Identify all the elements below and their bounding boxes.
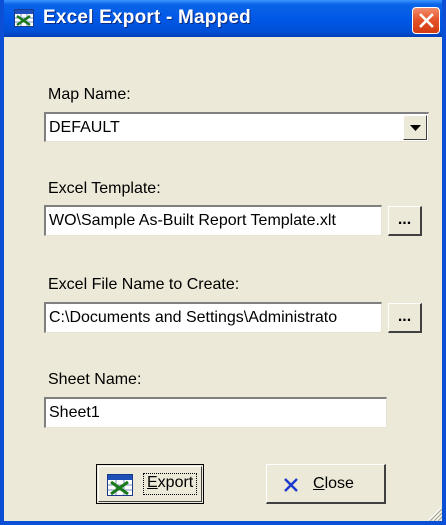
sheet-name-input[interactable]: Sheet1 bbox=[44, 397, 387, 428]
close-button-label: Close bbox=[313, 475, 354, 492]
excel-export-dialog: Excel Export - Mapped Map Name: DEFAULT … bbox=[0, 0, 446, 525]
sheet-name-value: Sheet1 bbox=[49, 404, 100, 421]
excel-template-input[interactable]: WO\Sample As-Built Report Template.xlt bbox=[44, 205, 382, 236]
close-button[interactable]: Close bbox=[266, 464, 386, 504]
title-bar[interactable]: Excel Export - Mapped bbox=[4, 0, 442, 37]
map-name-value: DEFAULT bbox=[49, 119, 120, 136]
close-window-button[interactable] bbox=[412, 7, 440, 34]
close-icon bbox=[419, 13, 434, 28]
map-name-label: Map Name: bbox=[48, 86, 131, 103]
excel-export-icon bbox=[107, 474, 133, 496]
excel-file-browse-button[interactable]: ... bbox=[388, 303, 422, 333]
excel-export-icon bbox=[14, 9, 34, 27]
chevron-down-icon bbox=[410, 125, 421, 131]
window-title: Excel Export - Mapped bbox=[43, 7, 251, 28]
excel-file-name-label: Excel File Name to Create: bbox=[48, 276, 240, 293]
excel-template-browse-button[interactable]: ... bbox=[388, 206, 422, 236]
excel-template-label: Excel Template: bbox=[48, 180, 161, 197]
export-button-label: Export bbox=[147, 474, 194, 491]
map-name-dropdown-button[interactable] bbox=[403, 115, 427, 140]
excel-template-value: WO\Sample As-Built Report Template.xlt bbox=[49, 212, 336, 229]
resize-grip-icon[interactable] bbox=[428, 507, 442, 521]
close-icon bbox=[284, 478, 298, 492]
export-button[interactable]: Export bbox=[96, 464, 204, 504]
excel-file-name-input[interactable]: C:\Documents and Settings\Administrato bbox=[44, 302, 382, 333]
excel-file-name-value: C:\Documents and Settings\Administrato bbox=[49, 309, 338, 326]
sheet-name-label: Sheet Name: bbox=[48, 371, 142, 388]
map-name-combobox[interactable]: DEFAULT bbox=[44, 112, 429, 142]
